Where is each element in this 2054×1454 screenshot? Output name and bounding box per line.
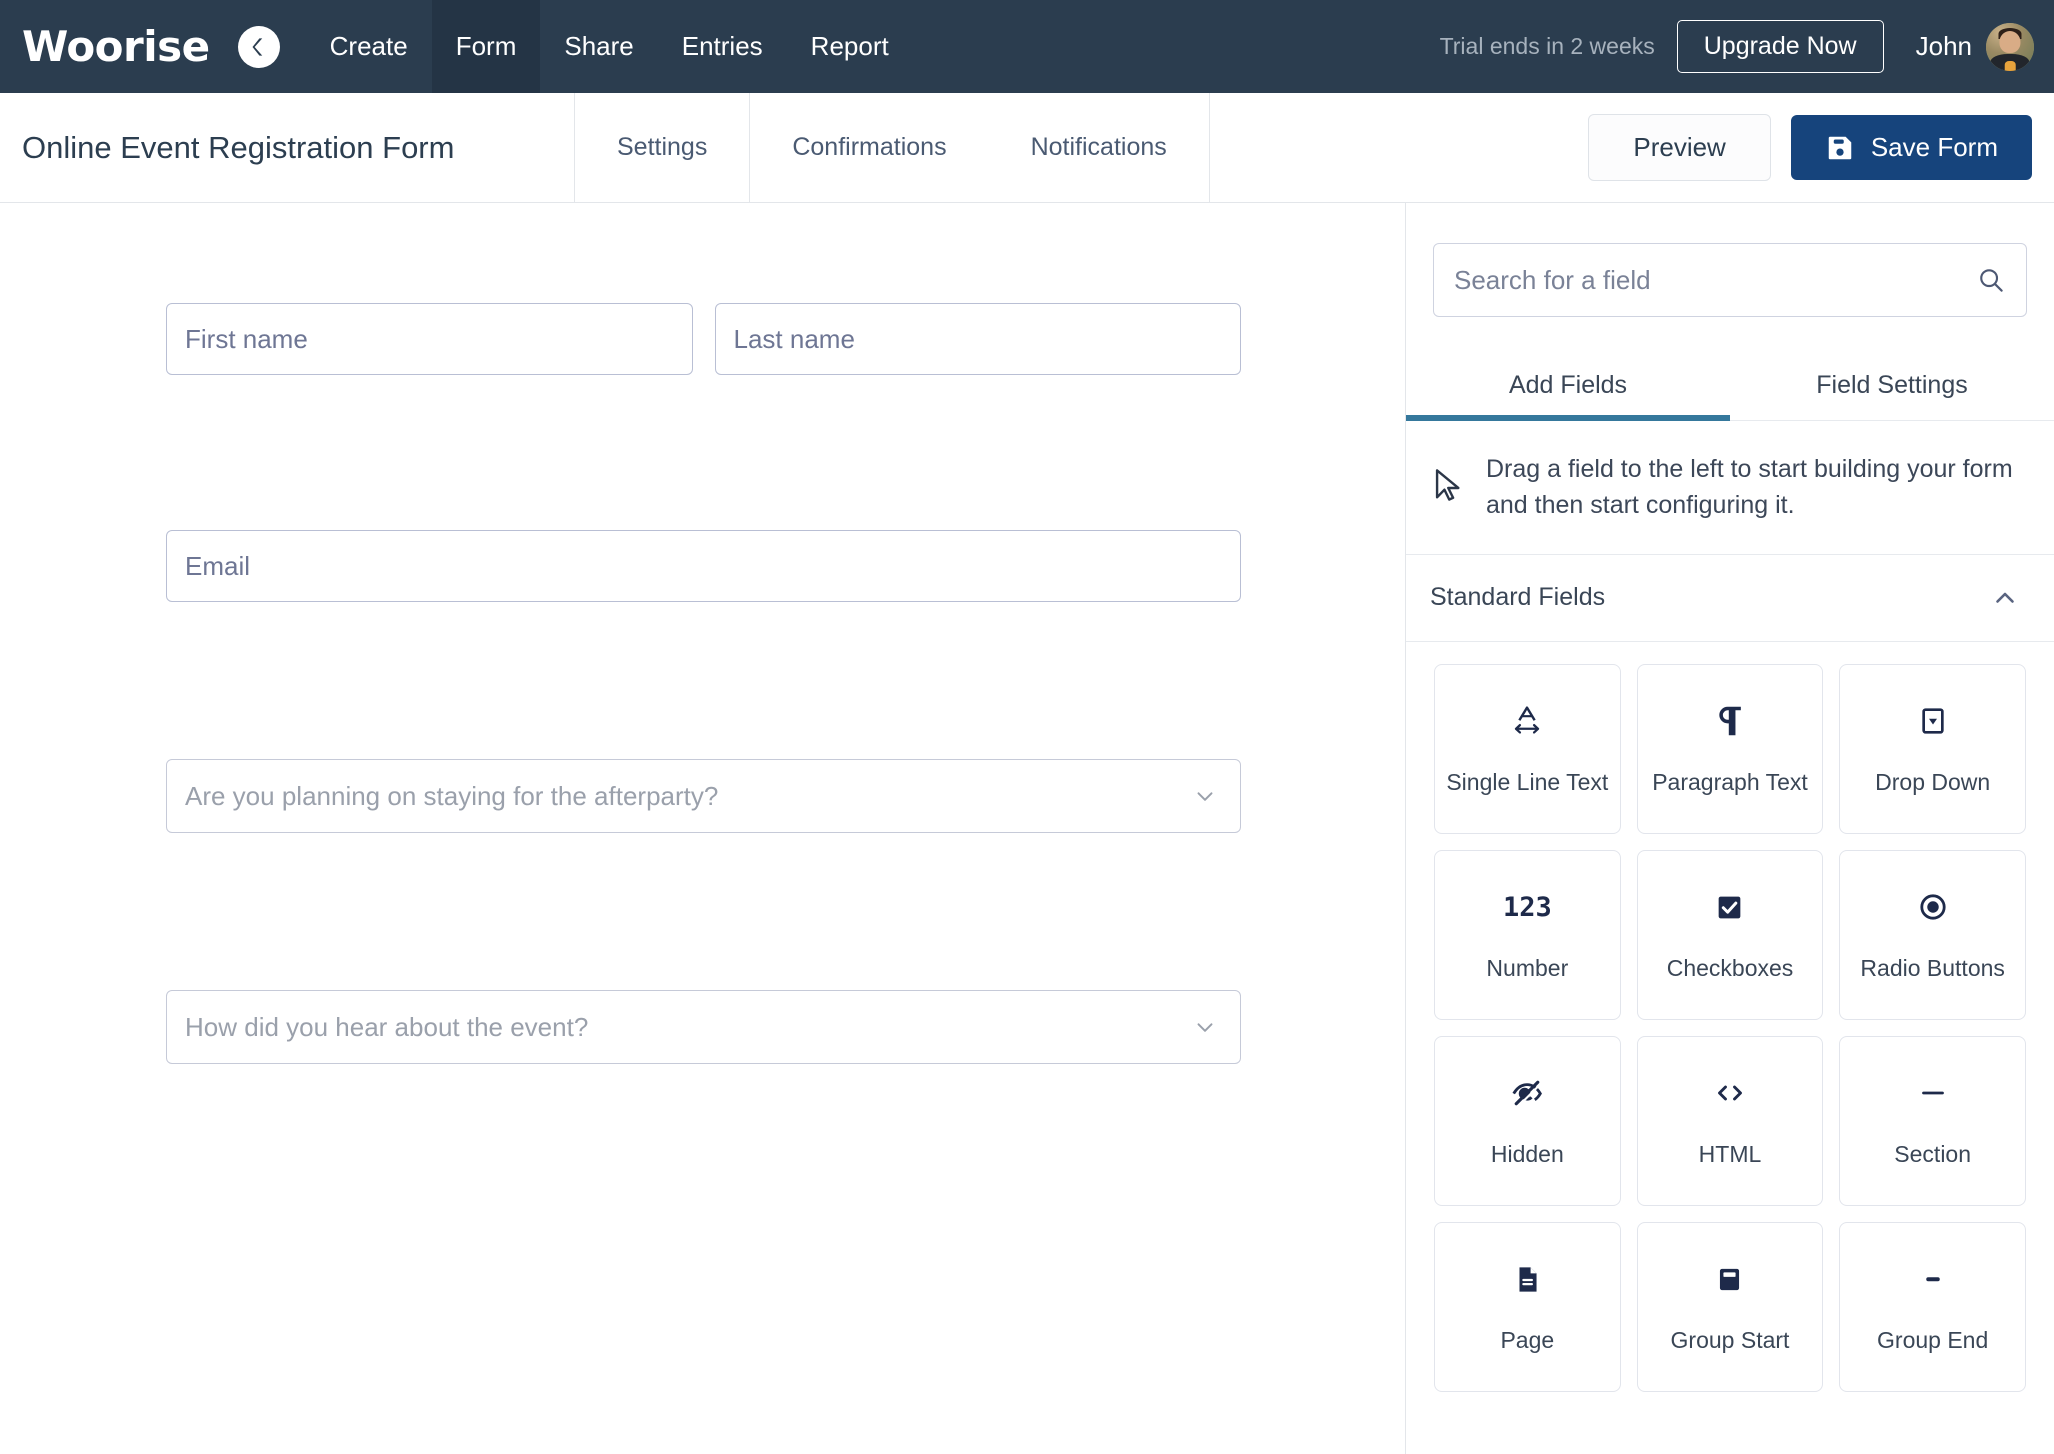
standard-fields-section-header[interactable]: Standard Fields [1406, 555, 2054, 642]
fields-panel: Add Fields Field Settings Drag a field t… [1406, 203, 2054, 1454]
field-tile-label: Radio Buttons [1860, 955, 2005, 981]
upgrade-now-button[interactable]: Upgrade Now [1676, 20, 1884, 73]
hear-about-select[interactable]: How did you hear about the event? [166, 990, 1241, 1064]
field-tile-hidden[interactable]: Hidden [1434, 1035, 1621, 1206]
nav-right-group: Trial ends in 2 weeks Upgrade Now John [1440, 20, 2054, 73]
tab-notifications[interactable]: Notifications [989, 93, 1209, 202]
checkbox-icon [1714, 887, 1745, 927]
nav-link-share[interactable]: Share [540, 0, 657, 93]
field-tile-label: Section [1894, 1141, 1972, 1167]
search-icon[interactable] [1976, 265, 2006, 295]
field-tile-radio-buttons[interactable]: Radio Buttons [1839, 849, 2026, 1020]
panel-tab-bar: Add Fields Field Settings [1406, 353, 2054, 421]
drag-hint-text: Drag a field to the left to start buildi… [1486, 455, 2013, 520]
email-input[interactable]: Email [166, 530, 1241, 602]
primary-nav-links: Create Form Share Entries Report [306, 0, 913, 93]
pilcrow-icon [1713, 701, 1747, 741]
tab-add-fields[interactable]: Add Fields [1406, 353, 1730, 421]
field-tile-paragraph-text[interactable]: Paragraph Text [1636, 663, 1824, 834]
nav-link-create[interactable]: Create [306, 0, 432, 93]
chevron-down-icon [1192, 1014, 1222, 1040]
field-tile-label: Paragraph Text [1652, 769, 1808, 795]
page-title: Online Event Registration Form [0, 93, 575, 202]
radio-button-icon [1917, 887, 1949, 927]
number-123-icon: 123 [1502, 891, 1552, 923]
trial-status-text: Trial ends in 2 weeks [1439, 33, 1655, 59]
field-tile-label: Group End [1877, 1327, 1989, 1353]
nav-link-report[interactable]: Report [787, 0, 913, 93]
avatar-face [1999, 30, 2021, 53]
form-section-tabs: Settings Confirmations Notifications [575, 93, 1210, 202]
search-container [1406, 203, 2054, 317]
field-tile-group-end[interactable]: Group End [1839, 1221, 2026, 1392]
afterparty-field-row: Are you planning on staying for the afte… [166, 759, 1241, 833]
tab-confirmations[interactable]: Confirmations [750, 93, 988, 202]
search-input[interactable] [1454, 264, 1976, 296]
field-tile-label: Checkboxes [1666, 955, 1794, 981]
chevron-down-icon [1192, 783, 1222, 809]
preview-button[interactable]: Preview [1588, 114, 1771, 181]
horizontal-line-icon [1916, 1073, 1950, 1113]
hear-about-select-label: How did you hear about the event? [185, 1011, 589, 1042]
field-tile-label: Group Start [1670, 1327, 1790, 1353]
afterparty-select[interactable]: Are you planning on staying for the afte… [166, 759, 1241, 833]
field-tile-page[interactable]: Page [1434, 1221, 1621, 1392]
user-name-label[interactable]: John [1916, 31, 1972, 62]
nav-link-entries[interactable]: Entries [658, 0, 787, 93]
hear-about-field-row: How did you hear about the event? [166, 990, 1241, 1064]
field-tile-section[interactable]: Section [1839, 1035, 2026, 1206]
woorise-logo[interactable]: Woorise [0, 25, 238, 68]
code-brackets-icon [1712, 1073, 1748, 1113]
top-navigation-bar: Woorise Create Form Share Entries Report… [0, 0, 2054, 93]
field-tile-label: Page [1500, 1327, 1555, 1353]
avatar-shirt [2004, 60, 2016, 71]
toolbar-actions: Preview Save Form [1588, 93, 2054, 202]
eye-slash-icon [1510, 1073, 1544, 1113]
field-tiles-grid: Single Line Text Paragraph Text Drop Dow… [1406, 642, 2054, 1392]
back-chevron-icon[interactable] [237, 25, 280, 68]
field-tile-checkboxes[interactable]: Checkboxes [1636, 849, 1824, 1020]
workspace: First name Last name Email Are you plann… [0, 203, 2054, 1454]
field-tile-drop-down[interactable]: Drop Down [1839, 663, 2026, 834]
form-canvas[interactable]: First name Last name Email Are you plann… [0, 203, 1406, 1454]
dropdown-icon [1917, 701, 1949, 741]
group-start-icon [1714, 1259, 1745, 1299]
tab-field-settings[interactable]: Field Settings [1730, 353, 2054, 420]
afterparty-select-label: Are you planning on staying for the afte… [185, 780, 719, 811]
nav-link-form[interactable]: Form [431, 0, 541, 93]
floppy-disk-icon [1825, 133, 1855, 163]
drag-hint: Drag a field to the left to start buildi… [1406, 421, 2054, 555]
group-end-icon [1916, 1259, 1950, 1299]
single-line-text-icon [1510, 701, 1544, 741]
field-tile-number[interactable]: 123 Number [1434, 849, 1621, 1020]
page-document-icon [1512, 1259, 1543, 1299]
field-tile-group-start[interactable]: Group Start [1636, 1221, 1824, 1392]
name-field-row: First name Last name [166, 303, 1241, 375]
field-tile-single-line-text[interactable]: Single Line Text [1434, 663, 1621, 834]
last-name-input[interactable]: Last name [714, 303, 1241, 375]
cursor-arrow-icon [1430, 451, 1464, 510]
field-tile-label: Drop Down [1875, 769, 1991, 795]
field-tile-label: Number [1486, 955, 1569, 981]
email-field-row: Email [166, 530, 1241, 602]
avatar[interactable] [1986, 22, 2034, 71]
field-tile-label: HTML [1698, 1141, 1762, 1167]
save-form-button[interactable]: Save Form [1790, 115, 2032, 180]
tab-settings[interactable]: Settings [575, 93, 751, 202]
first-name-input[interactable]: First name [166, 303, 693, 375]
search-field-box[interactable] [1433, 243, 2027, 317]
form-toolbar: Online Event Registration Form Settings … [0, 93, 2054, 203]
standard-fields-title: Standard Fields [1430, 583, 1606, 611]
form-preview: First name Last name Email Are you plann… [166, 303, 1241, 1064]
field-tile-label: Single Line Text [1446, 769, 1609, 795]
app-root: Woorise Create Form Share Entries Report… [0, 0, 2054, 1454]
save-form-label: Save Form [1870, 132, 1998, 162]
chevron-up-icon[interactable] [1990, 583, 2020, 613]
field-tile-label: Hidden [1490, 1141, 1564, 1167]
field-tile-html[interactable]: HTML [1636, 1035, 1824, 1206]
